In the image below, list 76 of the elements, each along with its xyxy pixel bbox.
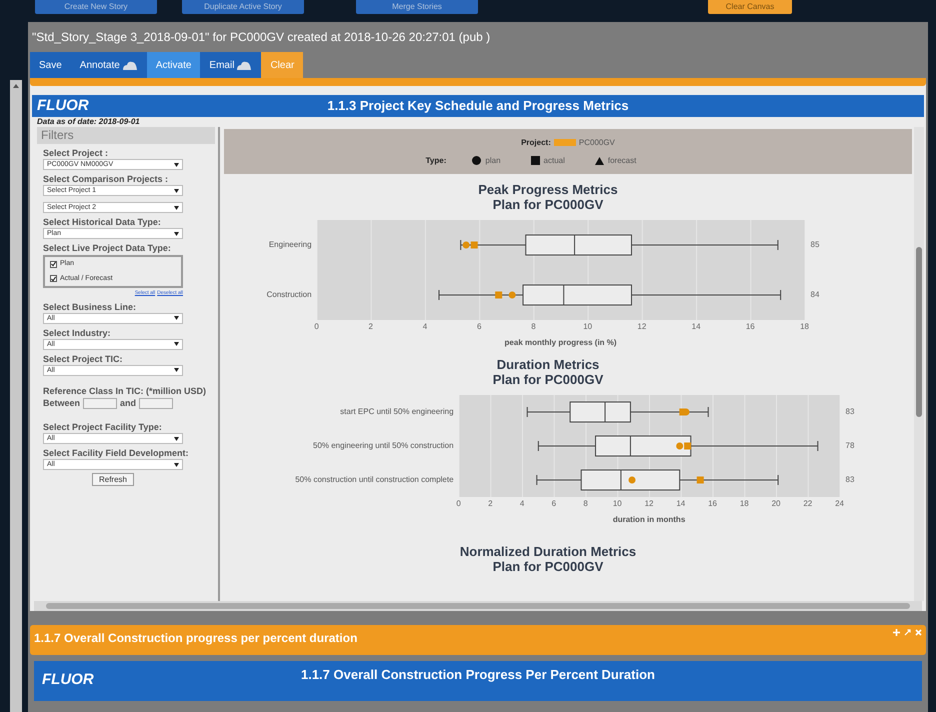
filter-label: Select Project Facility Type: [43,422,163,433]
tick-label: 12 [637,322,646,332]
chart-subtitle: Plan for PC000GV [492,197,604,212]
tick-label: 22 [803,499,812,509]
tick-label: 2 [488,499,493,509]
tick-label: 2 [368,322,373,332]
chart-title: Duration Metrics [496,357,600,372]
logo: FLUOR [36,96,90,116]
range-label: and [120,396,136,410]
count-label: 85 [810,239,820,251]
section-title: 1.1.7 Overall Construction progress per percent duration [34,630,358,647]
tick-label: 0 [314,322,319,332]
filter-label: Select Project : [43,148,110,159]
legend-text: plan [485,154,501,166]
chart-title: Peak Progress Metrics [478,182,618,197]
tick-label: 20 [772,499,780,509]
category-label: Engineering [268,240,312,250]
filters-heading: Filters [37,127,215,144]
tick-label: 8 [531,322,536,332]
legend-label: Project: [521,136,551,148]
tick-label: 16 [746,322,755,332]
tick-label: 6 [552,499,556,509]
range-label: Between [43,396,80,410]
tick-label: 18 [740,499,749,509]
chart-title: Normalized Duration Metrics [460,544,636,559]
toolbar-button[interactable]: Save [30,52,71,78]
panel-title: 1.1.7 Overall Construction Progress Per Percent Duration [300,666,656,684]
tick-label: 18 [800,322,809,332]
window-title: "Std_Story_Stage 3_2018-09-01" for PC000GV created at 2018-10-26 20:27:01 (pub ) [31,29,492,46]
filter-label: Select Project TIC: [43,354,124,364]
axis-title: peak monthly progress (in %) [504,337,618,349]
toolbar-button[interactable]: Activate [146,52,200,78]
top-button[interactable]: Create New Story [35,0,157,14]
tick-label: 10 [612,499,622,509]
filter-label: Reference Class In TIC: (*million USD) [43,386,208,396]
top-button[interactable]: Clear Canvas [708,0,792,14]
filter-label: Select Business Line: [43,302,138,312]
top-button[interactable]: Duplicate Active Story [182,0,304,14]
axis-title: duration in months [612,514,686,526]
filter-label: Select Facility Field Development: [43,448,190,459]
tick-label: 14 [676,499,686,509]
count-label: 83 [846,474,854,486]
tick-label: 16 [708,499,717,509]
legend-text: PC000GV [578,136,615,148]
tick-label: 24 [835,499,844,509]
tick-label: 10 [583,322,592,332]
tick-label: 4 [422,322,428,332]
filter-label: Select Historical Data Type: [43,217,162,228]
chart-subtitle: Plan for PC000GV [492,559,604,575]
filter-label: Select Industry: [43,328,112,338]
category-label: 50% construction until construction complete [295,475,454,485]
count-label: 84 [810,289,820,301]
count-label: 83 [846,406,854,418]
filter-label: Select Comparison Projects : [43,174,170,185]
chart-subtitle: Plan for PC000GV [492,372,604,387]
category-label: Construction [266,290,312,300]
legend-text: actual [544,154,565,166]
tick-label: 6 [476,322,482,332]
tick-label: 12 [644,499,654,509]
tick-label: 14 [692,322,701,332]
tick-label: 8 [583,499,588,509]
tick-label: 4 [520,499,524,509]
filter-label: Select Live Project Data Type: [43,243,172,254]
count-label: 78 [846,440,854,452]
refresh-button[interactable]: Refresh [92,473,134,486]
toolbar-button[interactable]: Email [200,52,262,78]
category-label: 50% engineering until 50% construction [313,441,454,451]
legend-text: forecast [608,154,636,166]
category-label: start EPC until 50% engineering [340,407,454,417]
toolbar-button[interactable]: Annotate [70,52,147,78]
panel-title: 1.1.3 Project Key Schedule and Progress Metrics [326,97,630,116]
legend-label: Type: [426,154,446,166]
top-button[interactable]: Merge Stories [356,0,478,14]
data-date: Data as of date: 2018-09-01 [36,117,141,127]
tick-label: 0 [456,499,461,509]
logo: FLUOR [41,670,95,690]
